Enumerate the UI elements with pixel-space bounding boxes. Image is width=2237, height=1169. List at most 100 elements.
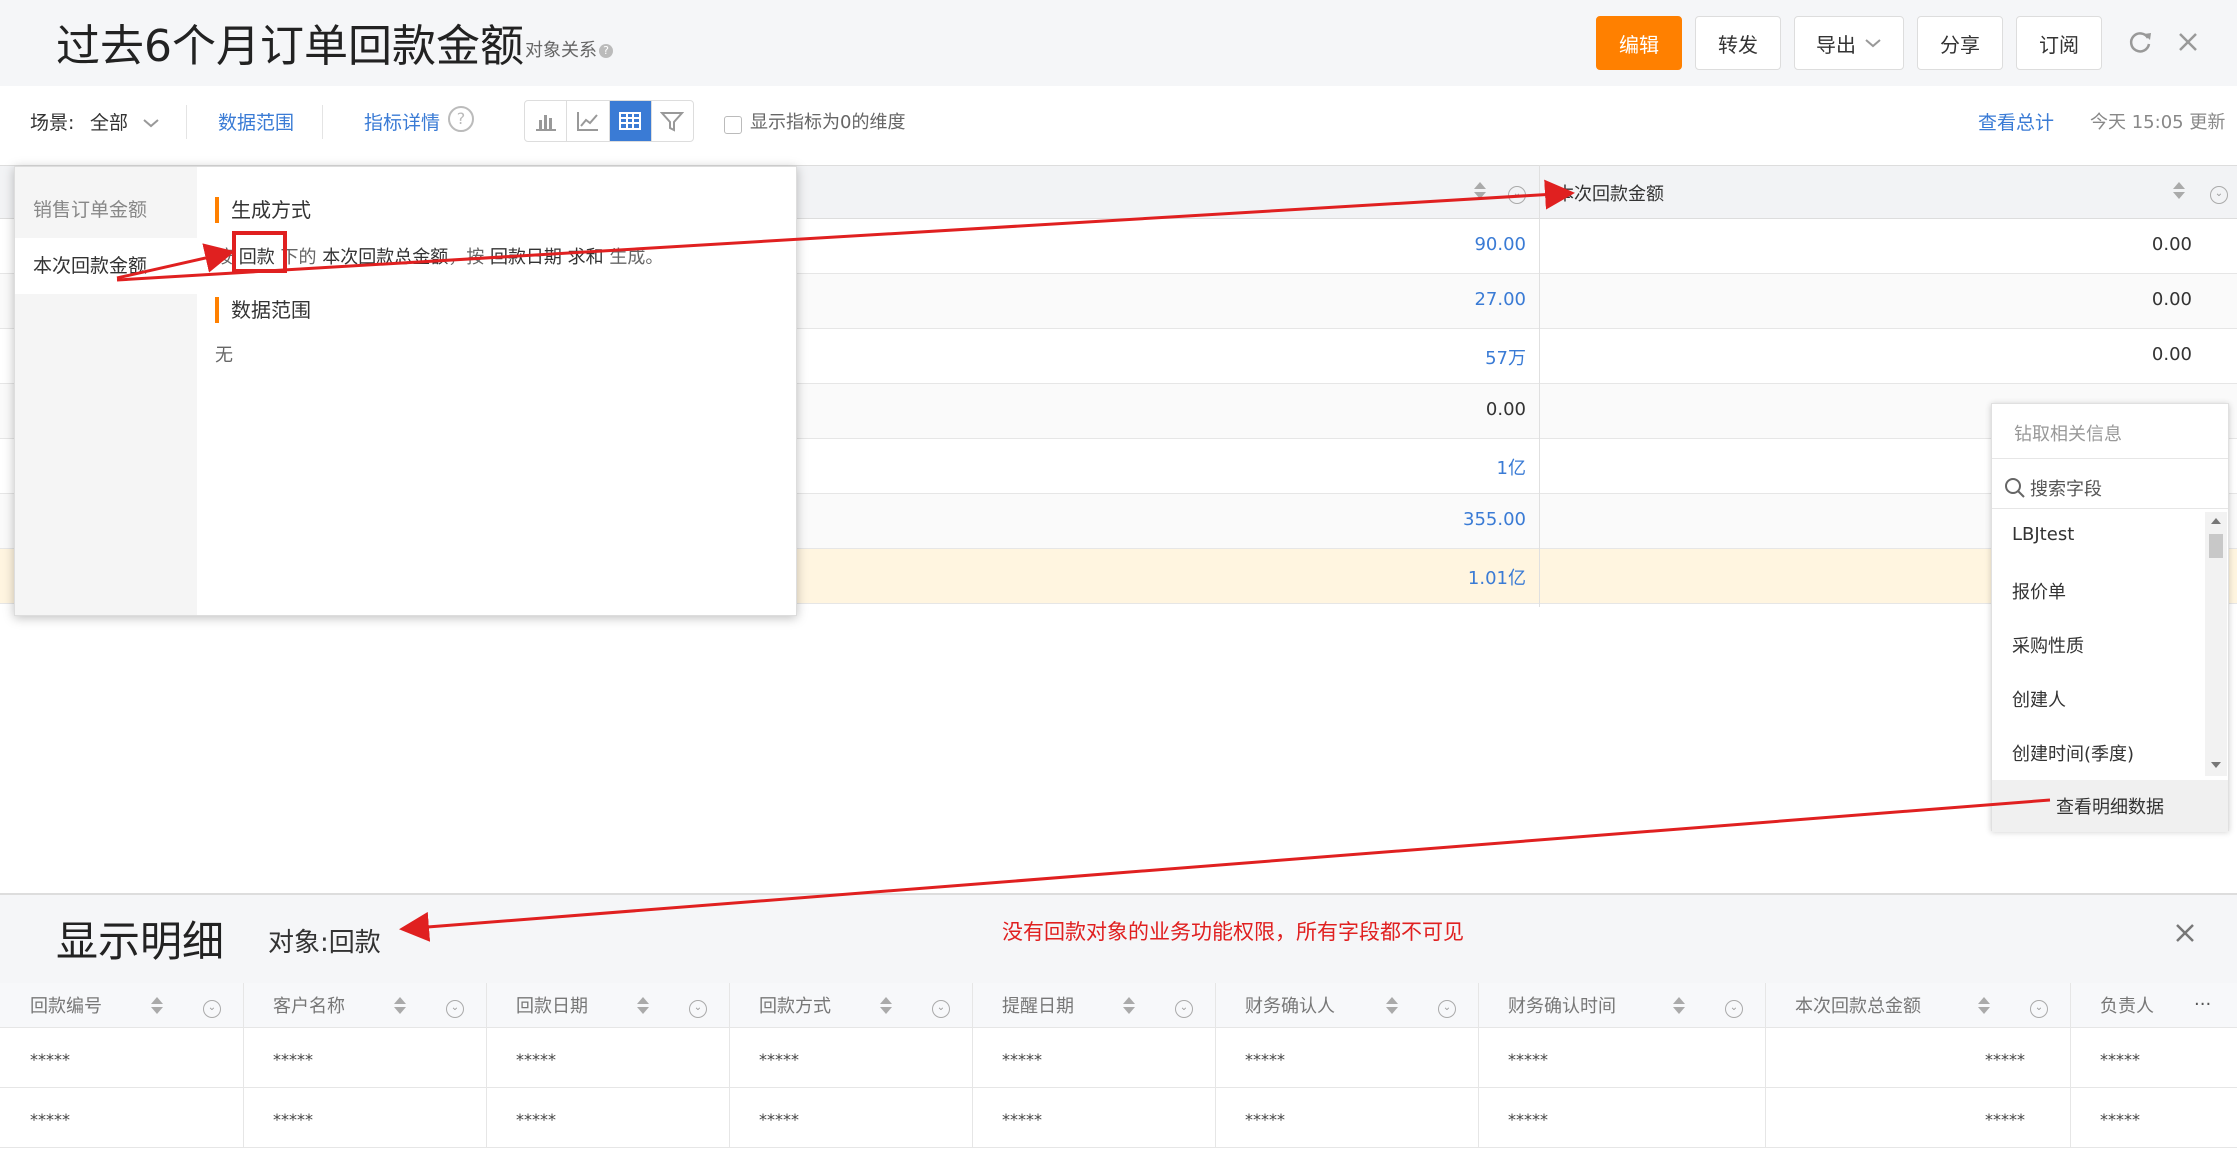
gen-part1: 按 xyxy=(215,247,233,268)
masked-cell: ***** xyxy=(516,1110,556,1129)
masked-cell: ***** xyxy=(2100,1050,2140,1069)
chevron-down-icon xyxy=(143,119,159,128)
cell-value: 0.00 xyxy=(2151,344,2192,365)
bar-chart-icon[interactable] xyxy=(525,101,568,141)
cell-value[interactable]: 355.00 xyxy=(1463,509,1526,530)
column-menu-icon[interactable]: ⌄ xyxy=(203,995,221,1018)
detail-column-header: 财务确认时间 xyxy=(1508,996,1616,1017)
column-menu-icon[interactable]: ⌄ xyxy=(446,995,464,1018)
gen-part2: 下的 xyxy=(280,247,317,268)
gen-part3: ，按 xyxy=(448,247,485,268)
column-menu-icon[interactable]: ⌄ xyxy=(932,995,950,1018)
drill-field-item[interactable]: LBJtest xyxy=(2012,524,2074,545)
column-header-amount: 本次回款金额 xyxy=(1556,184,1664,205)
cell-value: 0.00 xyxy=(2151,234,2192,255)
search-field[interactable]: 搜索字段 xyxy=(2004,468,2216,508)
sort-icon[interactable] xyxy=(637,996,649,1020)
sort-icon[interactable] xyxy=(1474,181,1486,205)
refresh-icon[interactable] xyxy=(2122,24,2158,60)
gen-field: 本次回款总金额 xyxy=(322,247,449,268)
masked-cell: ***** xyxy=(1508,1050,1548,1069)
view-total-link[interactable]: 查看总计 xyxy=(1978,108,2054,135)
cell-value[interactable]: 57万 xyxy=(1485,344,1526,370)
cell-value: 0.00 xyxy=(2151,289,2192,310)
metric-item-sales-amount[interactable]: 销售订单金额 xyxy=(15,182,197,238)
subscribe-button[interactable]: 订阅 xyxy=(2016,16,2102,70)
toolbar xyxy=(0,86,2237,166)
page-title: 过去6个月订单回款金额 xyxy=(56,21,524,72)
scrollbar[interactable] xyxy=(2205,512,2227,776)
scene-select[interactable]: 全部 xyxy=(90,108,160,135)
drill-field-item[interactable]: 采购性质 xyxy=(2012,632,2084,658)
object-relation-link[interactable]: 对象关系? xyxy=(525,36,613,62)
search-placeholder: 搜索字段 xyxy=(2030,479,2102,500)
section-range-title: 数据范围 xyxy=(215,297,311,323)
table-icon[interactable] xyxy=(609,101,652,141)
drill-panel: 钻取相关信息 搜索字段 LBJtest 报价单采购性质创建人创建时间(季度) 查看… xyxy=(1991,403,2229,832)
sort-icon[interactable] xyxy=(1386,996,1398,1020)
column-menu-icon[interactable]: ⌄ xyxy=(2030,995,2048,1018)
line-chart-icon[interactable] xyxy=(567,101,610,141)
table-row: ***** ***** ***** ***** ***** ***** ***** *****… xyxy=(0,1088,2237,1148)
detail-column-header: 负责人 xyxy=(2100,996,2154,1017)
metric-item-payment-amount[interactable]: 本次回款金额 xyxy=(15,238,197,294)
sort-icon[interactable] xyxy=(394,996,406,1020)
masked-cell: ***** xyxy=(1002,1110,1042,1129)
drill-field-item[interactable]: 创建时间(季度) xyxy=(2012,740,2134,766)
data-range-link[interactable]: 数据范围 xyxy=(218,108,294,135)
divider xyxy=(186,105,187,139)
masked-cell: ***** xyxy=(1245,1050,1285,1069)
relation-label: 对象关系 xyxy=(525,40,597,61)
column-menu-icon[interactable]: ⌄ xyxy=(2210,181,2228,204)
detail-title: 显示明细 xyxy=(56,917,225,966)
cell-value: 0.00 xyxy=(1485,399,1526,420)
detail-column-header: 提醒日期 xyxy=(1002,996,1074,1017)
cell-value[interactable]: 1亿 xyxy=(1497,454,1526,480)
cell-value[interactable]: 27.00 xyxy=(1474,289,1526,310)
share-button[interactable]: 分享 xyxy=(1917,16,2003,70)
column-menu-icon[interactable]: ⌄ xyxy=(1725,995,1743,1018)
column-menu-icon[interactable]: ⌄ xyxy=(1438,995,1456,1018)
sort-icon[interactable] xyxy=(880,996,892,1020)
column-menu-icon[interactable]: ⌄ xyxy=(689,995,707,1018)
detail-column-header: 回款日期 xyxy=(516,996,588,1017)
search-icon xyxy=(2005,478,2025,498)
update-time: 今天 15:05 更新 xyxy=(2090,112,2226,133)
scene-value: 全部 xyxy=(90,112,129,134)
drill-field-item[interactable]: 报价单 xyxy=(2012,578,2066,604)
gen-aggregation: 求和 xyxy=(567,247,604,268)
sort-icon[interactable] xyxy=(1673,996,1685,1020)
masked-cell: ***** xyxy=(30,1110,70,1129)
drill-field-item[interactable]: 创建人 xyxy=(2012,686,2066,712)
metric-detail-link[interactable]: 指标详情 xyxy=(364,108,440,135)
detail-column-header: 回款方式 xyxy=(759,996,831,1017)
more-columns-icon[interactable]: ··· xyxy=(2194,994,2211,1015)
drill-title: 钻取相关信息 xyxy=(2014,424,2122,445)
masked-cell: ***** xyxy=(759,1110,799,1129)
forward-button[interactable]: 转发 xyxy=(1695,16,1781,70)
sort-icon[interactable] xyxy=(151,996,163,1020)
export-label: 导出 xyxy=(1816,32,1856,57)
gen-description: 按 回款 下的 本次回款总金额，按 回款日期 求和 生成。 xyxy=(215,243,663,269)
close-icon[interactable] xyxy=(2174,922,2196,948)
view-switch xyxy=(524,100,694,142)
sort-icon[interactable] xyxy=(1123,996,1135,1020)
divider xyxy=(1992,458,2228,459)
masked-cell: ***** xyxy=(1985,1050,2025,1069)
export-button[interactable]: 导出 xyxy=(1794,16,1904,70)
help-icon[interactable]: ? xyxy=(448,106,474,132)
column-menu-icon[interactable]: ⌄ xyxy=(1175,995,1193,1018)
view-detail-data-button[interactable]: 查看明细数据 xyxy=(1992,780,2228,832)
sort-icon[interactable] xyxy=(2173,181,2185,205)
funnel-icon[interactable] xyxy=(652,101,693,141)
close-icon[interactable] xyxy=(2170,24,2206,60)
show-zero-checkbox[interactable] xyxy=(724,116,742,134)
cell-value[interactable]: 1.01亿 xyxy=(1468,564,1526,590)
gen-part4: 生成。 xyxy=(609,247,664,268)
column-menu-icon[interactable]: ⌄ xyxy=(1508,181,1526,204)
edit-button[interactable]: 编辑 xyxy=(1596,16,1682,70)
masked-cell: ***** xyxy=(516,1050,556,1069)
sort-icon[interactable] xyxy=(1978,996,1990,1020)
cell-value[interactable]: 90.00 xyxy=(1474,234,1526,255)
show-zero-label: 显示指标为0的维度 xyxy=(750,112,906,133)
